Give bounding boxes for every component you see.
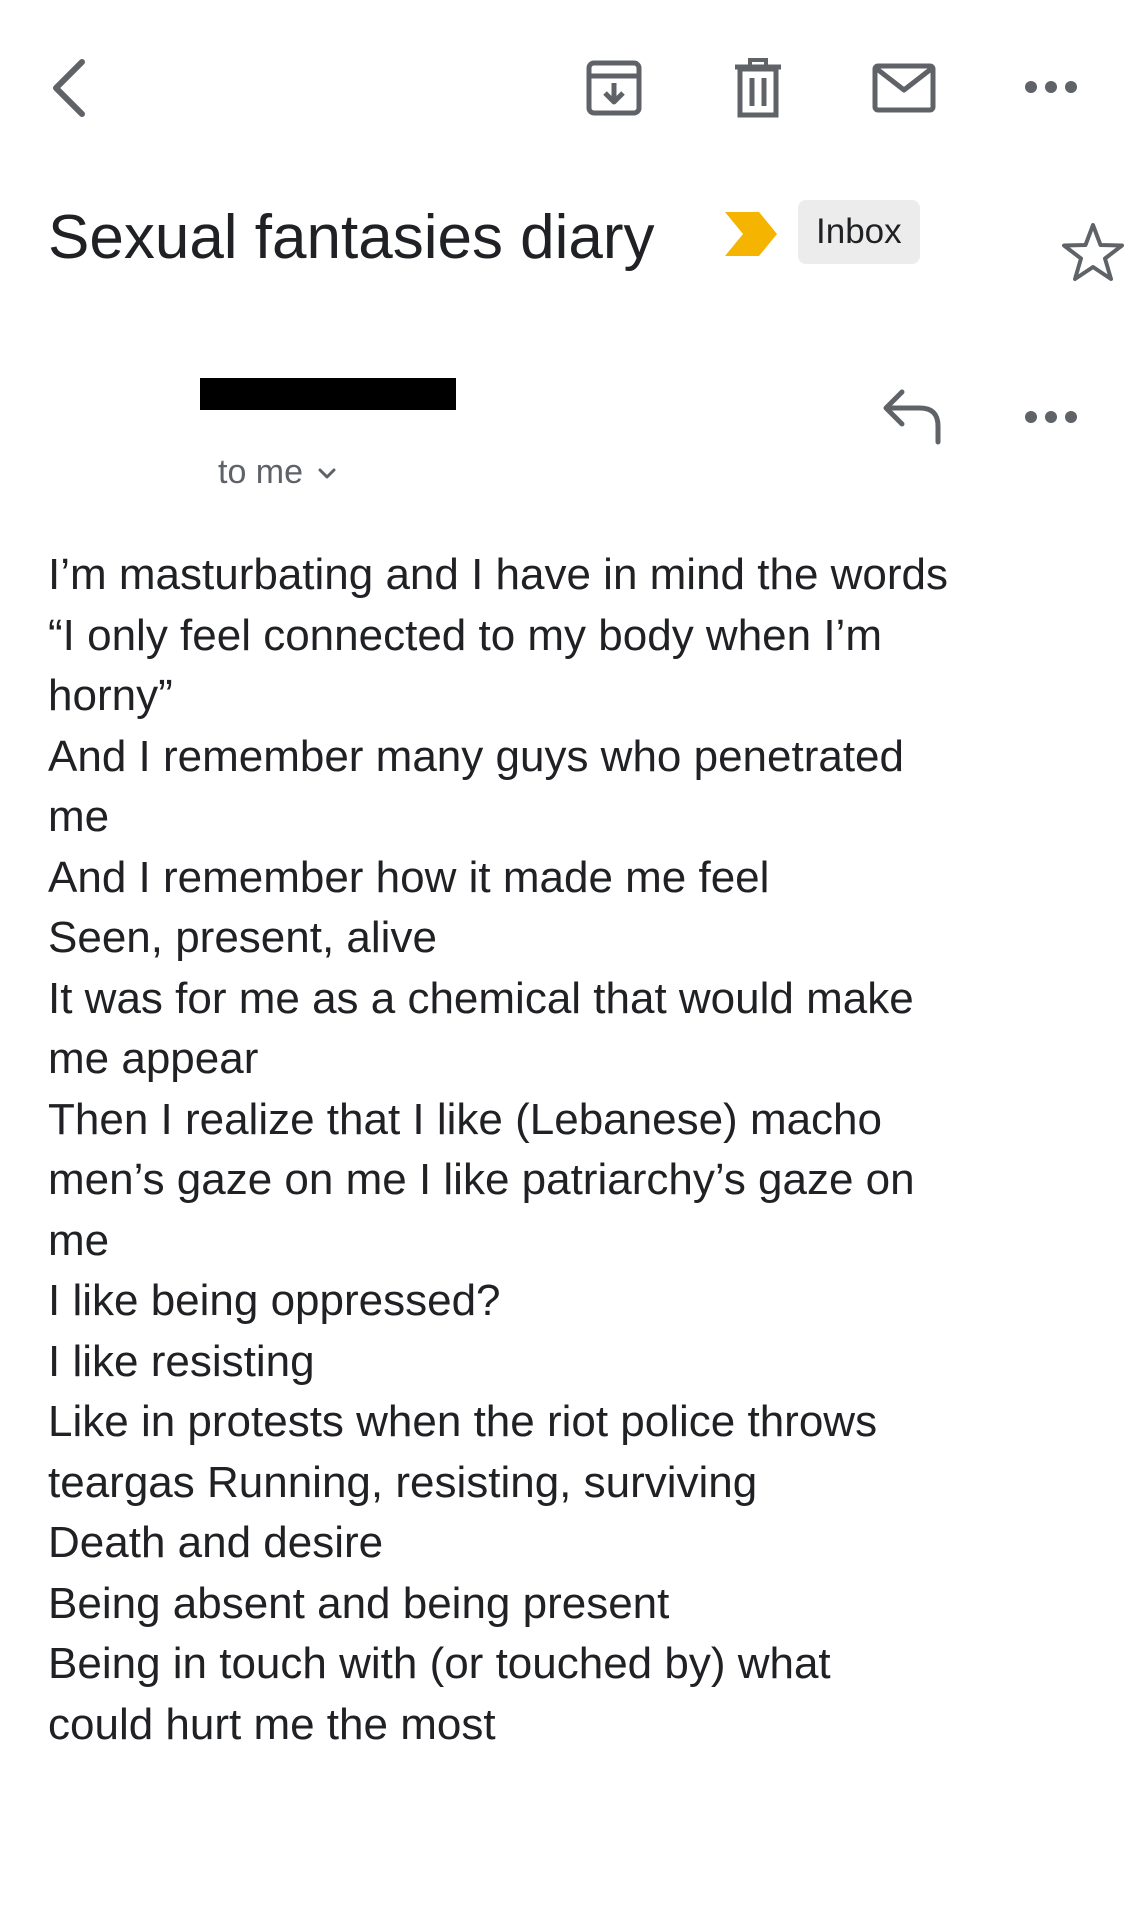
sender-name-redacted xyxy=(200,378,456,410)
trash-icon xyxy=(735,58,781,118)
archive-icon xyxy=(586,60,642,116)
body-line: And I remember how it made me feel xyxy=(48,852,770,902)
archive-button[interactable] xyxy=(582,56,646,120)
recipient-details-toggle[interactable]: to me xyxy=(218,442,337,502)
reply-icon[interactable] xyxy=(880,386,944,446)
body-line: I like resisting xyxy=(48,1336,315,1386)
body-line: me xyxy=(48,792,110,841)
body-line: Being absent and being present xyxy=(48,1578,670,1628)
email-body: I’m masturbating and I have in mind the … xyxy=(48,545,1088,1755)
body-line: could hurt me the most xyxy=(48,1699,496,1749)
top-toolbar xyxy=(0,0,1125,180)
body-line: And I remember many guys who penetrated xyxy=(48,731,905,781)
mark-unread-button[interactable] xyxy=(868,56,940,120)
mail-icon xyxy=(872,63,936,113)
body-line: me xyxy=(48,1215,110,1265)
subject-row: Sexual fantasies diary Inbox xyxy=(48,190,1124,290)
chevron-down-icon xyxy=(318,468,336,479)
importance-marker-icon xyxy=(725,212,777,256)
body-line: me appear xyxy=(48,1034,259,1083)
back-button[interactable] xyxy=(38,48,98,128)
body-line: Being in touch with (or touched by) what xyxy=(48,1639,831,1688)
body-line: Like in protests when the riot police th… xyxy=(48,1397,878,1446)
body-line: Then I realize that I like (Lebanese) ma… xyxy=(48,1094,883,1144)
body-line: teargas Running, resisting, surviving xyxy=(48,1457,758,1507)
body-line: I’m masturbating and I have in mind the … xyxy=(48,550,949,599)
body-line: It was for me as a chemical that would m… xyxy=(48,973,914,1023)
delete-button[interactable] xyxy=(726,56,790,120)
body-line: I like being oppressed? xyxy=(48,1276,501,1325)
sender-row: to me xyxy=(0,360,1125,500)
recipient-text: to me xyxy=(218,453,304,491)
inbox-label-chip[interactable]: Inbox xyxy=(798,200,920,264)
more-horizontal-icon xyxy=(1025,81,1077,93)
body-line: “I only feel connected to my body when I… xyxy=(48,610,882,660)
message-more-options-icon[interactable] xyxy=(1020,392,1082,442)
body-line: men’s gaze on me I like patriarchy’s gaz… xyxy=(48,1155,915,1204)
chevron-left-icon xyxy=(53,59,85,117)
body-line: Seen, present, alive xyxy=(48,913,437,962)
star-outline-icon[interactable] xyxy=(1060,220,1125,286)
body-line: horny” xyxy=(48,671,173,720)
email-subject: Sexual fantasies diary xyxy=(48,203,655,272)
more-options-button[interactable] xyxy=(1020,62,1082,112)
body-line: Death and desire xyxy=(48,1518,384,1567)
